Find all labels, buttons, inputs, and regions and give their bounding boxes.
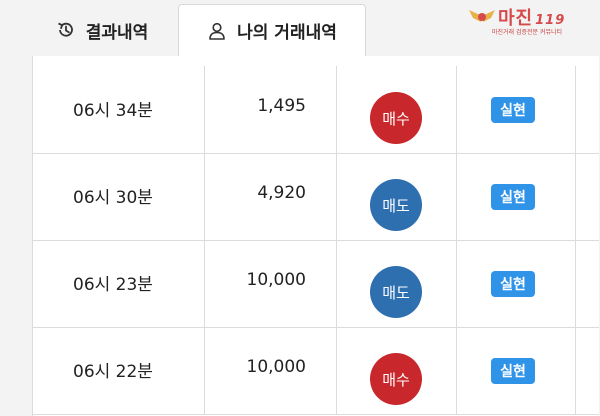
wing-emblem-icon: [468, 6, 496, 28]
table-row: 06시 30분 4,920 매도 실현: [33, 153, 599, 241]
sell-badge: 매도: [370, 266, 422, 318]
table-row: 06시 34분 1,495 매수 실현: [33, 66, 599, 154]
status-badge[interactable]: 실현: [491, 271, 535, 297]
logo-subtitle: 마진거래 검증전문 커뮤니티: [492, 29, 563, 36]
status-badge[interactable]: 실현: [491, 184, 535, 210]
user-icon: [207, 21, 227, 41]
site-logo: 마진 119 마진거래 검증전문 커뮤니티: [462, 2, 592, 38]
trade-amount: 4,920: [257, 183, 306, 203]
trade-amount: 1,495: [257, 96, 306, 116]
trade-amount: 10,000: [246, 270, 306, 290]
table-row: 06시 23분 10,000 매도 실현: [33, 240, 599, 328]
sell-badge: 매도: [370, 179, 422, 231]
buy-badge: 매수: [370, 92, 422, 144]
status-badge[interactable]: 실현: [491, 358, 535, 384]
buy-badge: 매수: [370, 353, 422, 405]
tab-my-trades[interactable]: 나의 거래내역: [178, 4, 366, 56]
tab-results-label: 결과내역: [85, 22, 149, 43]
tab-my-trades-label: 나의 거래내역: [237, 23, 337, 43]
trade-time: 06시 34분: [73, 101, 153, 121]
status-badge[interactable]: 실현: [491, 97, 535, 123]
history-icon: [56, 20, 76, 40]
trade-amount: 10,000: [246, 357, 306, 377]
tab-results[interactable]: 결과내역: [26, 4, 178, 56]
trade-time: 06시 22분: [73, 362, 153, 382]
trade-history-table: 06시 34분 1,495 매수 실현 06시 30분 4,920 매도 실현 …: [32, 56, 599, 416]
trade-time: 06시 23분: [73, 275, 153, 295]
trade-time: 06시 30분: [73, 188, 153, 208]
table-row: 06시 22분 10,000 매수 실현: [33, 327, 599, 415]
